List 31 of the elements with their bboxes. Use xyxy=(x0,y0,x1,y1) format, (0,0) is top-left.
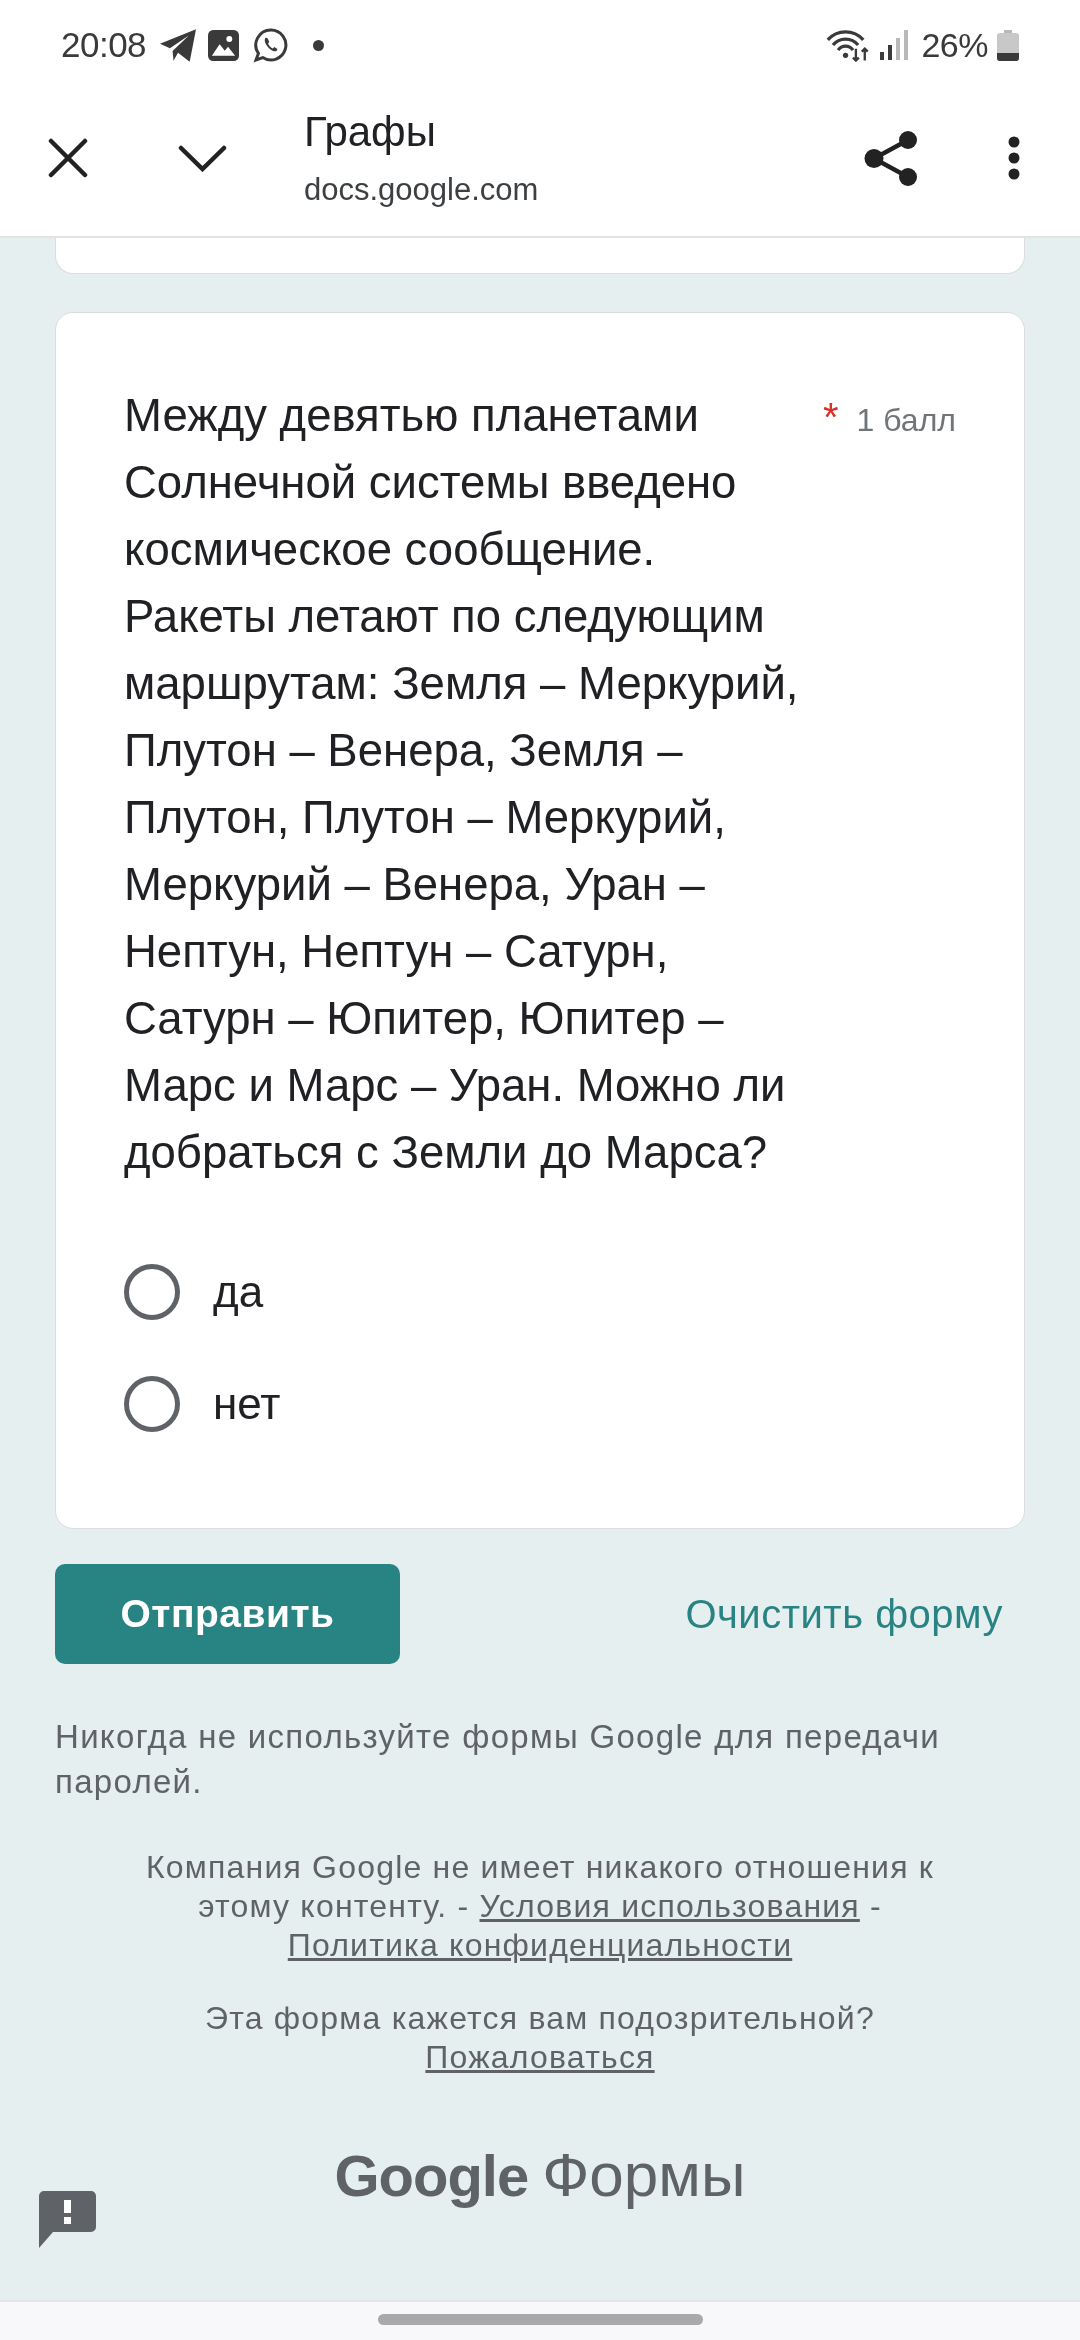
question-text: Между девятью планетами Солнечной системы введено космическое сообщение. Ракеты летают по следующим маршрутам: Земля – Меркурий, Плутон – Венера, Земля – Плутон, Плутон – Меркурий, Меркурий – Венера, Уран – Нептун, Нептун – Сатурн, Сатурн – Юпитер, Юпитер – Марс и Марс – Уран. Можно ли добраться с Земли до Марса? xyxy=(124,389,800,1180)
battery-percentage: 26% xyxy=(921,24,988,66)
more-options-icon[interactable] xyxy=(1008,136,1020,180)
points-label: 1 балл xyxy=(856,401,956,440)
radio-button[interactable] xyxy=(124,1376,180,1432)
status-time: 20:08 xyxy=(61,23,147,66)
option-label[interactable]: да xyxy=(213,1259,264,1325)
page-title: Графы xyxy=(304,107,437,157)
submit-button[interactable]: Отправить xyxy=(55,1564,400,1664)
password-warning: Никогда не используйте формы Google для передачи паролей. xyxy=(55,1717,941,1802)
page-url: docs.google.com xyxy=(304,171,539,209)
paper-plane-icon xyxy=(160,28,197,62)
option-label[interactable]: нет xyxy=(213,1371,281,1437)
image-icon xyxy=(208,29,240,61)
battery-icon xyxy=(997,29,1019,61)
report-abuse-link[interactable]: Пожаловаться xyxy=(425,2039,655,2075)
notification-dot-icon xyxy=(313,39,325,51)
required-asterisk: * xyxy=(823,394,839,441)
radio-button[interactable] xyxy=(124,1264,180,1320)
privacy-policy-link[interactable]: Политика конфиденциальности xyxy=(287,1927,793,1963)
phone-chat-icon xyxy=(253,27,290,63)
terms-link[interactable]: Условия использования xyxy=(479,1888,860,1924)
home-handle[interactable] xyxy=(377,2314,703,2325)
alert-bubble-icon[interactable] xyxy=(39,2191,96,2248)
clear-form-button[interactable]: Очистить форму xyxy=(685,1584,1003,1644)
report-text: Эта форма кажется вам подозрительной? Пожаловаться xyxy=(204,1999,876,2077)
chevron-down-icon[interactable] xyxy=(178,144,227,172)
share-icon[interactable] xyxy=(864,130,918,186)
disclaimer-text: Компания Google не имеет никакого отношения к этому контенту. - Условия использования - Политика конфиденциальности xyxy=(145,1848,935,1965)
close-icon[interactable] xyxy=(48,138,88,178)
signal-icon xyxy=(880,30,909,60)
